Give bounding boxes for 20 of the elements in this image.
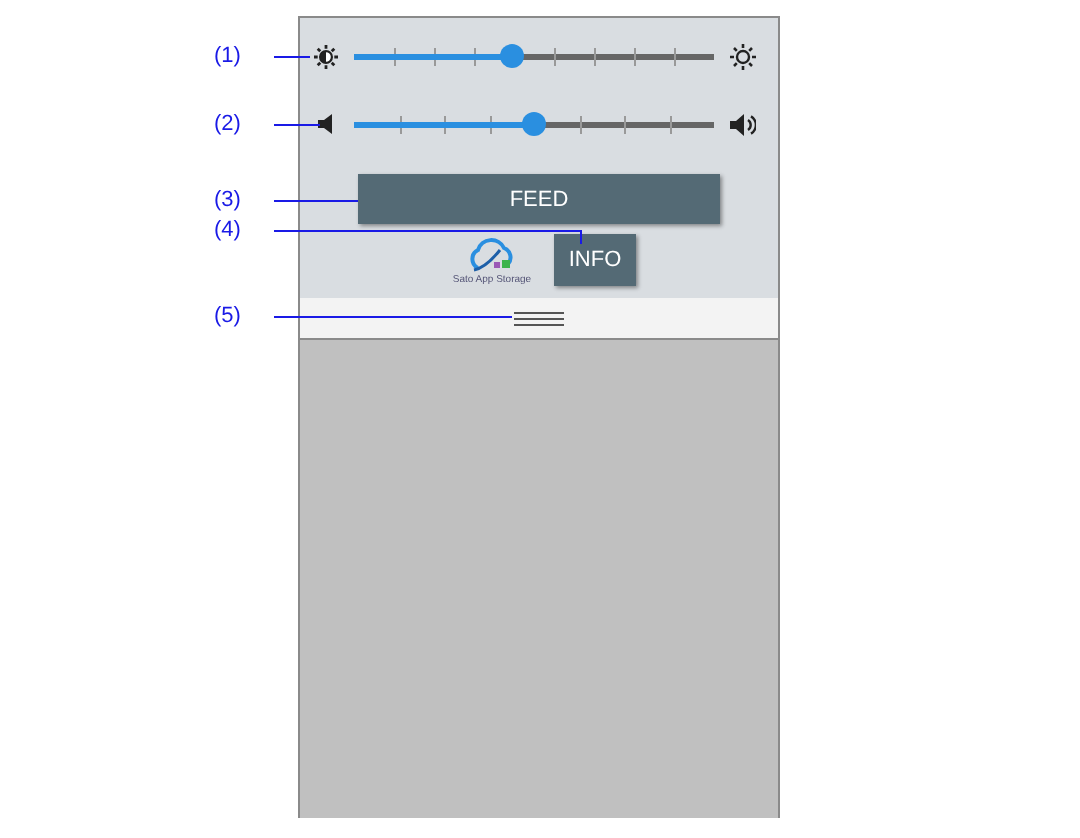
- leader-line: [273, 124, 321, 126]
- callout-label: (5): [214, 304, 241, 328]
- callout-label: (1): [214, 44, 241, 68]
- menu-icon[interactable]: [514, 311, 564, 325]
- info-button[interactable]: INFO: [554, 234, 636, 286]
- feed-button[interactable]: FEED: [358, 174, 720, 224]
- callout-label: (3): [214, 188, 241, 212]
- cloud-logo-icon: [466, 238, 518, 272]
- slider-track[interactable]: [354, 44, 714, 68]
- leader-line: [273, 200, 359, 202]
- brightness-low-icon: [314, 43, 338, 69]
- speaker-loud-icon: [730, 113, 756, 135]
- slider-track[interactable]: [354, 112, 714, 136]
- speaker-low-icon: [318, 114, 334, 134]
- brightness-high-icon: [730, 43, 756, 69]
- slider-thumb[interactable]: [522, 112, 546, 136]
- callout-label: (4): [214, 218, 241, 242]
- slider-thumb[interactable]: [500, 44, 525, 68]
- leader-line: [273, 56, 311, 58]
- callout-label: (2): [214, 112, 241, 136]
